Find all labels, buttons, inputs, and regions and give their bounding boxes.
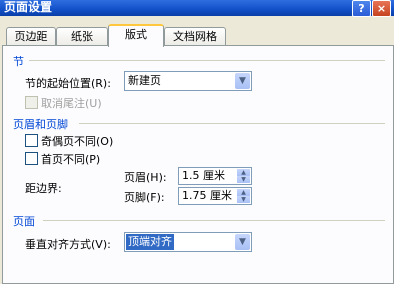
vertical-alignment-select[interactable]: 顶端对齐 ▼ [124, 232, 252, 252]
footer-distance-spinner[interactable]: 1.75 厘米 ▲ ▼ [178, 187, 252, 205]
section-start-value: 新建页 [128, 74, 161, 87]
arrow-up-icon[interactable]: ▲ [237, 169, 250, 176]
chevron-down-icon[interactable]: ▼ [235, 234, 250, 250]
tab-margins[interactable]: 页边距 [6, 27, 56, 46]
tab-paper[interactable]: 纸张 [56, 27, 108, 46]
layout-panel: 节 节的起始位置(R): 新建页 ▼ 取消尾注(U) 页眉和页脚 奇偶页不同(O… [2, 45, 394, 284]
header-distance-spinner[interactable]: 1.5 厘米 ▲ ▼ [178, 167, 252, 185]
header-distance-value: 1.5 厘米 [182, 169, 225, 182]
section-divider [29, 60, 385, 61]
help-icon: ? [358, 2, 365, 15]
tab-label: 版式 [125, 28, 147, 41]
page-divider [43, 220, 385, 221]
header-distance-label: 页眉(H): [124, 171, 167, 184]
tab-label: 页边距 [14, 30, 48, 43]
chevron-down-icon[interactable]: ▼ [235, 73, 250, 89]
odd-even-label: 奇偶页不同(O) [41, 135, 114, 148]
close-button[interactable]: × [372, 0, 391, 17]
arrow-up-icon[interactable]: ▲ [237, 189, 250, 196]
close-icon: × [376, 2, 387, 15]
arrow-down-icon[interactable]: ▼ [237, 196, 250, 203]
help-button[interactable]: ? [352, 0, 371, 17]
headers-footers-divider [79, 123, 385, 124]
section-start-select[interactable]: 新建页 ▼ [124, 71, 252, 91]
suppress-endnotes-label: 取消尾注(U) [41, 97, 102, 110]
footer-distance-value: 1.75 厘米 [182, 189, 232, 202]
headers-footers-heading: 页眉和页脚 [13, 118, 68, 131]
page-heading: 页面 [13, 215, 35, 228]
section-start-label: 节的起始位置(R): [25, 77, 111, 90]
first-page-checkbox[interactable] [25, 152, 38, 165]
section-heading: 节 [13, 55, 24, 68]
vertical-alignment-value: 顶端对齐 [126, 234, 174, 250]
vertical-alignment-label: 垂直对齐方式(V): [25, 238, 111, 251]
first-page-label: 首页不同(P) [41, 153, 101, 166]
window-title: 页面设置 [4, 0, 53, 14]
tab-label: 纸张 [71, 30, 93, 43]
tab-layout[interactable]: 版式 [108, 24, 164, 47]
footer-distance-label: 页脚(F): [124, 191, 165, 204]
title-bar[interactable]: 页面设置 ? × [0, 0, 394, 17]
odd-even-checkbox[interactable] [25, 134, 38, 147]
from-edge-label: 距边界: [25, 182, 62, 195]
tab-label: 文档网格 [173, 30, 217, 43]
arrow-down-icon[interactable]: ▼ [237, 176, 250, 183]
tab-document-grid[interactable]: 文档网格 [164, 27, 226, 46]
suppress-endnotes-checkbox[interactable] [25, 96, 38, 109]
